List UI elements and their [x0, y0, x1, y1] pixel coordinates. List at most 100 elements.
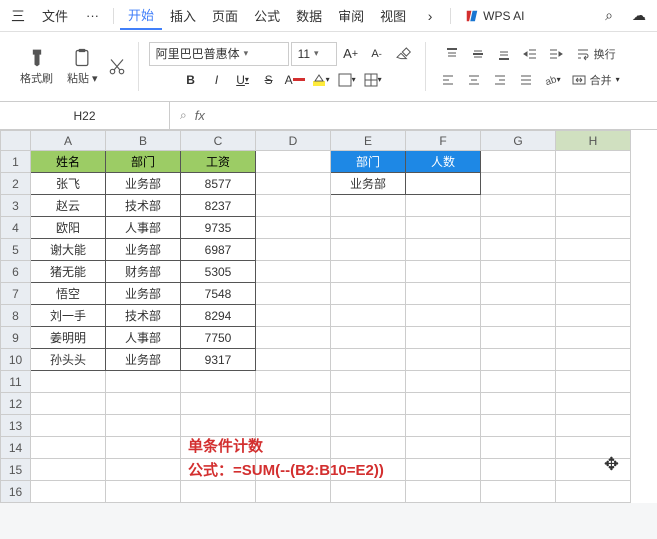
col-header-F[interactable]: F: [406, 131, 481, 151]
cloud-icon[interactable]: ☁: [625, 2, 653, 30]
cell-C9[interactable]: 7750: [181, 327, 256, 349]
cell-D8[interactable]: [256, 305, 331, 327]
cell-A4[interactable]: 欧阳: [31, 217, 106, 239]
font-size-select[interactable]: 11▾: [291, 42, 337, 66]
col-header-D[interactable]: D: [256, 131, 331, 151]
cell-F9[interactable]: [406, 327, 481, 349]
select-all-corner[interactable]: [1, 131, 31, 151]
cell-G8[interactable]: [481, 305, 556, 327]
cell-A3[interactable]: 赵云: [31, 195, 106, 217]
cell-F4[interactable]: [406, 217, 481, 239]
cell-A5[interactable]: 谢大能: [31, 239, 106, 261]
cell-F2[interactable]: [406, 173, 481, 195]
cell-H8[interactable]: [556, 305, 631, 327]
cell-H3[interactable]: [556, 195, 631, 217]
cell-D13[interactable]: [256, 415, 331, 437]
cell-F6[interactable]: [406, 261, 481, 283]
cell-E4[interactable]: [331, 217, 406, 239]
cell-E5[interactable]: [331, 239, 406, 261]
row-header-15[interactable]: 15: [1, 459, 31, 481]
decrease-font-button[interactable]: A-: [365, 42, 389, 66]
row-header-12[interactable]: 12: [1, 393, 31, 415]
row-header-8[interactable]: 8: [1, 305, 31, 327]
cell-C16[interactable]: [181, 481, 256, 503]
row-header-1[interactable]: 1: [1, 151, 31, 173]
paste-button[interactable]: 粘贴 ▾: [61, 46, 104, 88]
cell-D11[interactable]: [256, 371, 331, 393]
cell-H11[interactable]: [556, 371, 631, 393]
row-header-7[interactable]: 7: [1, 283, 31, 305]
cell-D7[interactable]: [256, 283, 331, 305]
cell-F1[interactable]: 人数: [406, 151, 481, 173]
cell-B2[interactable]: 业务部: [106, 173, 181, 195]
cell-A8[interactable]: 刘一手: [31, 305, 106, 327]
fx-icon[interactable]: fx: [195, 108, 205, 123]
italic-button[interactable]: I: [205, 68, 229, 92]
col-header-E[interactable]: E: [331, 131, 406, 151]
row-header-9[interactable]: 9: [1, 327, 31, 349]
wps-ai-button[interactable]: WPS AI: [457, 9, 532, 23]
cell-E2[interactable]: 业务部: [331, 173, 406, 195]
cell-H16[interactable]: [556, 481, 631, 503]
cell-B11[interactable]: [106, 371, 181, 393]
more-menu[interactable]: ···: [78, 4, 107, 27]
cell-C1[interactable]: 工资: [181, 151, 256, 173]
cell-H15[interactable]: [556, 459, 631, 481]
name-box[interactable]: H22: [0, 102, 170, 129]
cell-C8[interactable]: 8294: [181, 305, 256, 327]
row-header-11[interactable]: 11: [1, 371, 31, 393]
cell-D3[interactable]: [256, 195, 331, 217]
cell-A2[interactable]: 张飞: [31, 173, 106, 195]
cell-H2[interactable]: [556, 173, 631, 195]
cell-H10[interactable]: [556, 349, 631, 371]
file-menu[interactable]: 文件: [34, 2, 76, 29]
cell-H6[interactable]: [556, 261, 631, 283]
cell-B10[interactable]: 业务部: [106, 349, 181, 371]
border-button[interactable]: ▾: [335, 68, 359, 92]
cell-G11[interactable]: [481, 371, 556, 393]
cell-B1[interactable]: 部门: [106, 151, 181, 173]
cell-E16[interactable]: [331, 481, 406, 503]
cell-A11[interactable]: [31, 371, 106, 393]
cell-C13[interactable]: [181, 415, 256, 437]
cell-G10[interactable]: [481, 349, 556, 371]
tab-视图[interactable]: 视图: [372, 2, 414, 29]
highlight-button[interactable]: ▾: [309, 68, 333, 92]
cell-B13[interactable]: [106, 415, 181, 437]
cell-B7[interactable]: 业务部: [106, 283, 181, 305]
cell-H1[interactable]: [556, 151, 631, 173]
row-header-10[interactable]: 10: [1, 349, 31, 371]
cell-C14[interactable]: [181, 437, 256, 459]
cell-E15[interactable]: [331, 459, 406, 481]
row-header-4[interactable]: 4: [1, 217, 31, 239]
cell-H9[interactable]: [556, 327, 631, 349]
cell-H13[interactable]: [556, 415, 631, 437]
bold-button[interactable]: B: [179, 68, 203, 92]
cell-G3[interactable]: [481, 195, 556, 217]
cell-G15[interactable]: [481, 459, 556, 481]
cell-G2[interactable]: [481, 173, 556, 195]
search-icon[interactable]: ⌕: [595, 2, 623, 30]
cell-G4[interactable]: [481, 217, 556, 239]
cell-B4[interactable]: 人事部: [106, 217, 181, 239]
cell-A16[interactable]: [31, 481, 106, 503]
cell-F3[interactable]: [406, 195, 481, 217]
cell-D16[interactable]: [256, 481, 331, 503]
cell-H7[interactable]: [556, 283, 631, 305]
tab-插入[interactable]: 插入: [162, 2, 204, 29]
cell-F8[interactable]: [406, 305, 481, 327]
row-header-16[interactable]: 16: [1, 481, 31, 503]
align-center-button[interactable]: [462, 68, 486, 92]
cell-E6[interactable]: [331, 261, 406, 283]
cell-B16[interactable]: [106, 481, 181, 503]
cell-D12[interactable]: [256, 393, 331, 415]
indent-button[interactable]: [544, 42, 568, 66]
cell-B5[interactable]: 业务部: [106, 239, 181, 261]
cell-E14[interactable]: [331, 437, 406, 459]
align-middle-button[interactable]: [466, 42, 490, 66]
row-header-5[interactable]: 5: [1, 239, 31, 261]
cell-A1[interactable]: 姓名: [31, 151, 106, 173]
cell-E7[interactable]: [331, 283, 406, 305]
cell-E10[interactable]: [331, 349, 406, 371]
cell-G13[interactable]: [481, 415, 556, 437]
